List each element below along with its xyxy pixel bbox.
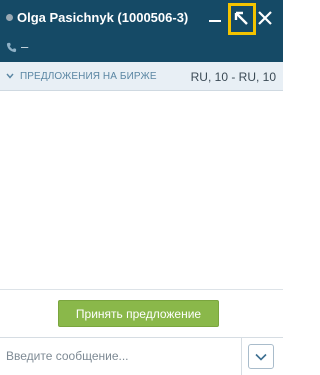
contact-name: Olga Pasichnyk (1000506-3) xyxy=(17,10,189,25)
phone-row: – xyxy=(6,40,28,54)
exchange-offers-label: ПРЕДЛОЖЕНИЯ НА БИРЖЕ xyxy=(20,71,157,82)
minimize-icon[interactable] xyxy=(209,20,221,22)
close-icon xyxy=(258,11,272,25)
message-input[interactable] xyxy=(4,342,242,370)
chat-header: Olga Pasichnyk (1000506-3) – xyxy=(0,0,283,62)
chevron-down-icon xyxy=(6,73,14,79)
status-indicator xyxy=(6,14,13,21)
chevron-down-icon xyxy=(255,353,267,361)
phone-icon xyxy=(6,42,17,52)
message-list xyxy=(0,91,283,289)
expand-icon xyxy=(234,11,248,25)
chat-panel: Olga Pasichnyk (1000506-3) – ПРЕДЛОЖЕНИЯ… xyxy=(0,0,283,375)
message-composer xyxy=(0,337,283,375)
composer-dropdown-button[interactable] xyxy=(248,344,274,369)
exchange-offers-value: RU, 10 - RU, 10 xyxy=(190,70,276,84)
action-footer: Принять предложение xyxy=(0,289,283,337)
composer-divider xyxy=(241,338,242,375)
exchange-offers-bar[interactable]: ПРЕДЛОЖЕНИЯ НА БИРЖЕ RU, 10 - RU, 10 xyxy=(0,62,283,91)
accept-offer-button[interactable]: Принять предложение xyxy=(58,300,219,327)
expand-button[interactable] xyxy=(228,3,256,35)
close-button[interactable] xyxy=(257,10,273,26)
phone-value: – xyxy=(21,39,29,54)
